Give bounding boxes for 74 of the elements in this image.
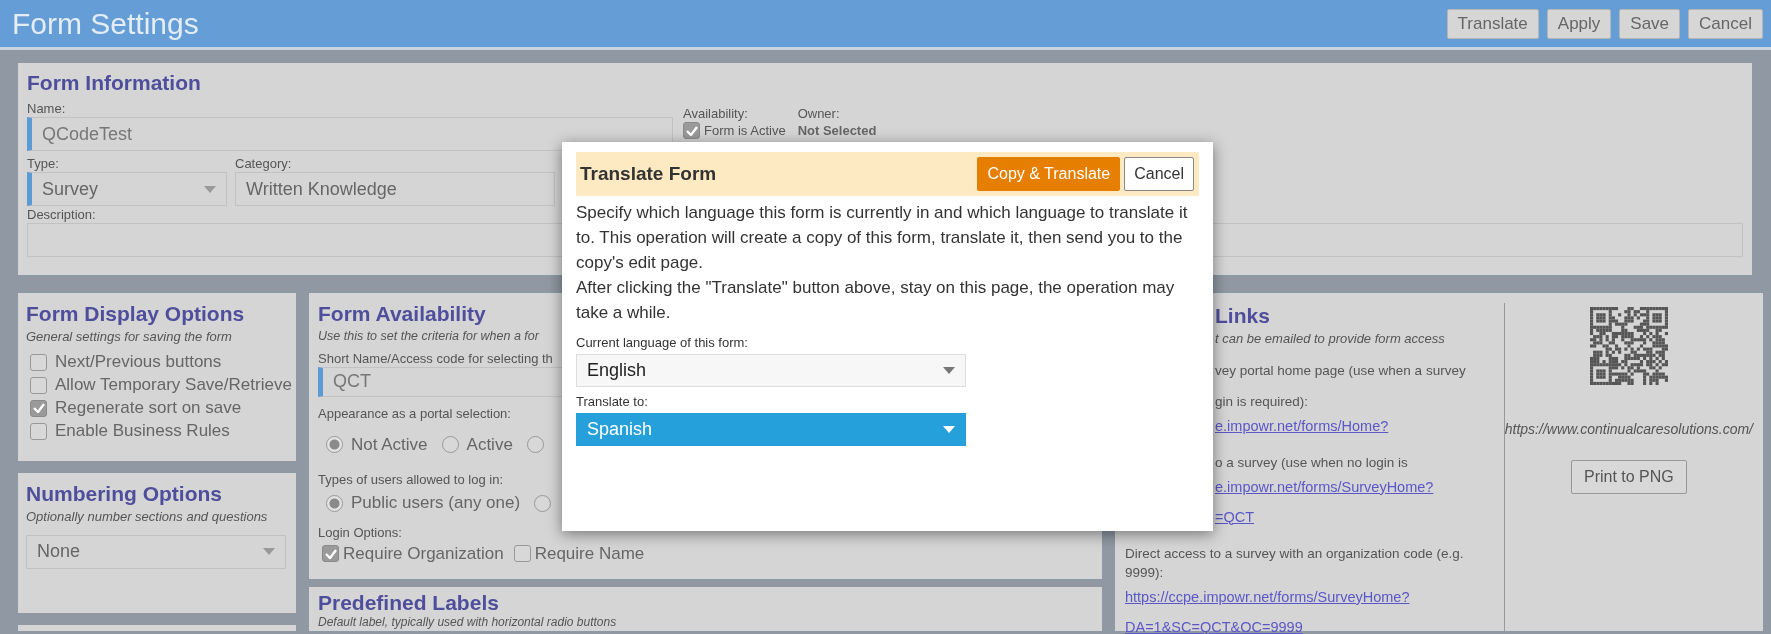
checkbox-label: Require Name [534, 542, 645, 565]
caret-icon [943, 426, 955, 433]
language-select[interactable]: Spanish [576, 413, 966, 446]
section-subtitle: t can be emailed to provide form access [1214, 330, 1445, 348]
link-description: gin is required): [1214, 392, 1309, 411]
toolbar-button[interactable]: Translate [1446, 8, 1539, 39]
owner-value: Not Selected [797, 122, 877, 139]
toolbar-button[interactable]: Cancel [1688, 8, 1763, 39]
section-heading: Numbering Options [26, 481, 222, 507]
field-label: Types of users allowed to log in: [318, 471, 503, 489]
caret-icon [263, 548, 275, 555]
field-label: Type: [27, 155, 59, 172]
name-field[interactable]: QCodeTest [27, 117, 673, 151]
url-link[interactable]: https://ccpe.impowr.net/forms/SurveyHome?DA=1&SC=QCT&OC=9999 [1125, 581, 1496, 634]
checkbox-label: Form is Active [704, 122, 786, 139]
link-description: vey portal home page (use when a survey [1214, 361, 1466, 380]
section-subtitle: Default label, typically used with horizontal radio buttons [318, 615, 617, 629]
radio-button[interactable] [326, 436, 343, 453]
radio-button[interactable] [441, 436, 459, 453]
section-subtitle: Use this to set the criteria for when a for [318, 328, 539, 345]
link-description: o a survey (use when no login is [1214, 453, 1408, 472]
qr-code-icon [1589, 307, 1668, 385]
radio-label: Public users (any one) [351, 492, 521, 515]
field-label: Availability: [683, 105, 748, 122]
section-subtitle: General settings for saving the form [26, 328, 232, 346]
checkbox[interactable] [30, 376, 47, 394]
section-heading: Predefined Labels [318, 591, 499, 615]
section-subtitle: Optionally number sections and questions [26, 508, 268, 526]
checkbox-label: Require Organization [343, 542, 504, 565]
numbering-select[interactable]: None [26, 534, 286, 569]
toolbar-button[interactable]: Save [1619, 8, 1681, 39]
checkbox[interactable] [683, 122, 700, 139]
toolbar-button[interactable]: Apply [1546, 8, 1612, 39]
radio-button[interactable] [326, 494, 343, 512]
checkbox[interactable] [513, 545, 531, 562]
section-heading: Form Information [27, 70, 201, 96]
field-label: Translate to: [576, 393, 648, 410]
checkbox[interactable] [30, 353, 47, 371]
checkbox[interactable] [30, 422, 47, 440]
field-label: Appearance as a portal selection: [318, 404, 511, 422]
dialog-text: After clicking the "Translate" button above, stay on this page, the operation may take a while. [576, 277, 1176, 324]
checkbox[interactable] [30, 399, 47, 417]
checkbox-label: Regenerate sort on save [55, 397, 242, 420]
window-title: Form Settings [11, 5, 199, 42]
radio-label: Not Active [351, 433, 428, 456]
cancel-button[interactable]: Cancel [1124, 157, 1194, 191]
dialog-text: Specify which language this form is currently in and which language to translate it to. This operation will create a copy of this form, translate it, then send you to the copy's edit page. [576, 202, 1189, 274]
field-label: Category: [235, 155, 292, 172]
dialog-title: Translate Form [580, 161, 717, 186]
print-button[interactable]: Print to PNG [1570, 460, 1687, 494]
field-label: Short Name/Access code for selecting th [318, 349, 553, 367]
language-select[interactable]: English [576, 354, 966, 387]
field-label: Description: [27, 206, 96, 223]
section-heading: Form Availability [318, 301, 486, 327]
url-text: https://www.continualcaresolutions.com/ [1504, 420, 1753, 439]
checkbox-label: Allow Temporary Save/Retrieve [55, 374, 292, 397]
radio-button[interactable] [526, 436, 544, 453]
field-label: Current language of this form: [576, 334, 748, 351]
copy-translate-button[interactable]: Copy & Translate [977, 157, 1121, 191]
field-label: Owner: [797, 105, 840, 122]
category-select[interactable]: Written Knowledge [235, 172, 555, 206]
checkbox-label: Enable Business Rules [55, 420, 230, 443]
radio-label: Active [466, 433, 513, 456]
checkbox[interactable] [322, 545, 339, 562]
caret-icon [204, 185, 216, 193]
field-label: Name: [27, 100, 66, 117]
section-heading: Links [1214, 303, 1270, 329]
section-heading: Form Display Options [26, 301, 245, 327]
link-description: Direct access to a survey with an organization code (e.g. 9999): [1125, 544, 1465, 582]
caret-icon [943, 367, 955, 374]
type-select[interactable]: Survey [27, 172, 227, 206]
field-label: Login Options: [318, 523, 402, 541]
radio-button[interactable] [534, 494, 552, 512]
checkbox-label: Next/Previous buttons [55, 351, 222, 374]
